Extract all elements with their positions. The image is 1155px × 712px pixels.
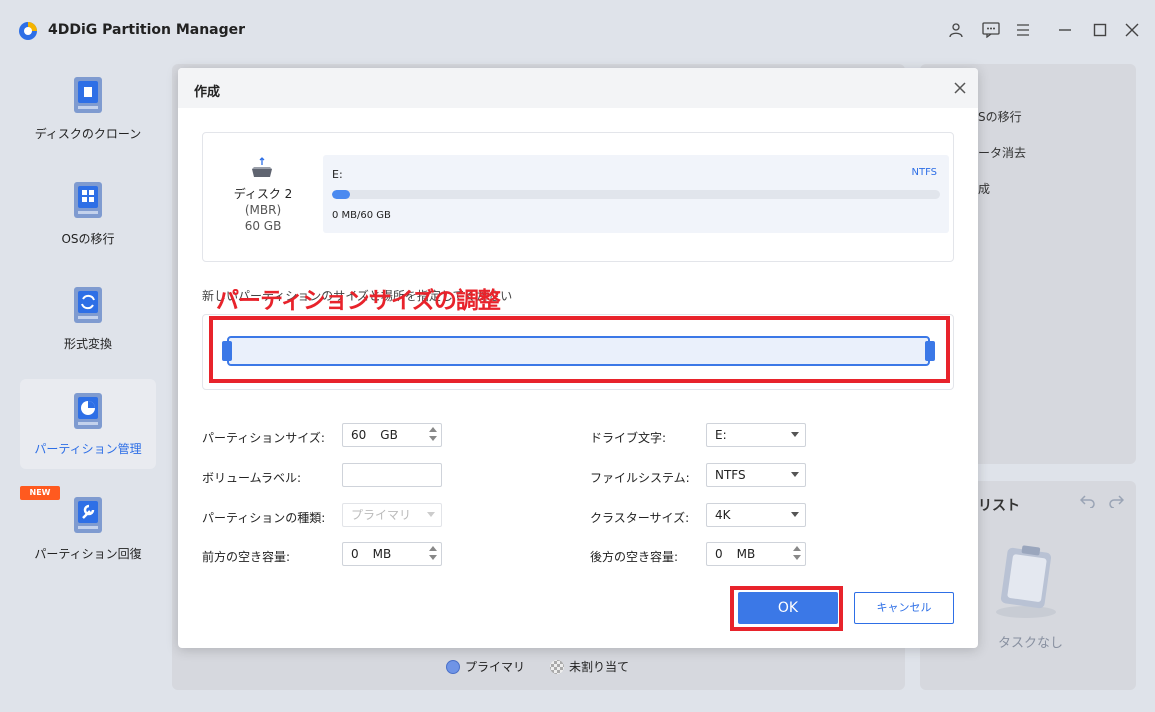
app-title: 4DDiG Partition Manager bbox=[48, 22, 246, 38]
minimize-icon[interactable] bbox=[1054, 19, 1076, 41]
sidebar-label: ディスクのクローン bbox=[34, 127, 142, 141]
filesystem-value: NTFS bbox=[715, 468, 746, 482]
disk-clone-icon bbox=[74, 77, 102, 113]
cancel-button[interactable]: キャンセル bbox=[854, 592, 954, 624]
close-icon[interactable] bbox=[950, 78, 970, 98]
primary-legend-icon bbox=[446, 659, 460, 674]
task-panel-title: リスト bbox=[978, 498, 1020, 514]
bg-menu-item[interactable]: 成 bbox=[978, 180, 990, 197]
app-logo-icon bbox=[19, 22, 37, 40]
disk-size: 60 GB bbox=[244, 219, 282, 233]
partition-type-value: プライマリ bbox=[351, 508, 412, 522]
partition-usage-fill bbox=[332, 190, 351, 199]
cluster-size-label: クラスターサイズ: bbox=[590, 511, 690, 525]
sidebar-label: 形式変換 bbox=[63, 337, 112, 351]
create-partition-dialog: 作成 ディスク 2 (MBR) 60 GB E: NTFS 0 MB/60 GB… bbox=[178, 68, 978, 648]
partition-size-input[interactable]: 60 GB bbox=[342, 423, 442, 447]
feedback-icon[interactable] bbox=[980, 19, 1002, 41]
maximize-icon[interactable] bbox=[1089, 19, 1111, 41]
sidebar-item-partition-manage[interactable]: パーティション管理 bbox=[20, 379, 156, 469]
bg-menu-item[interactable]: Sの移行 bbox=[978, 108, 1022, 125]
close-window-icon[interactable] bbox=[1121, 19, 1143, 41]
dialog-header: 作成 bbox=[178, 68, 978, 108]
disk-name: ディスク 2 bbox=[233, 187, 293, 201]
stepper-icon[interactable] bbox=[429, 427, 437, 443]
back-space-input[interactable]: 0 MB bbox=[706, 542, 806, 566]
chevron-down-icon bbox=[791, 512, 799, 517]
slider-left-handle[interactable] bbox=[222, 341, 232, 361]
sidebar-item-format-convert[interactable]: 形式変換 bbox=[20, 285, 156, 375]
partition-size-value: 60 bbox=[351, 428, 367, 442]
dialog-title: 作成 bbox=[194, 85, 221, 100]
disk-type: (MBR) bbox=[244, 203, 282, 217]
partition-type-select: プライマリ bbox=[342, 503, 442, 527]
partition-filesystem: NTFS bbox=[911, 167, 937, 178]
back-space-value: 0 bbox=[715, 547, 723, 561]
legend-unallocated: 未割り当て bbox=[550, 658, 629, 675]
partition-usage-text: 0 MB/60 GB bbox=[332, 210, 391, 221]
back-space-unit: MB bbox=[736, 547, 756, 561]
legend-primary-label: プライマリ bbox=[465, 660, 526, 674]
undo-icon[interactable] bbox=[1080, 494, 1096, 508]
stepper-icon[interactable] bbox=[429, 546, 437, 562]
partition-recovery-icon bbox=[74, 497, 102, 533]
sidebar-item-partition-recovery[interactable]: パーティション回復 bbox=[20, 495, 156, 585]
partition-box[interactable]: E: NTFS 0 MB/60 GB bbox=[323, 155, 949, 233]
partition-size-unit: GB bbox=[380, 428, 398, 442]
filesystem-label: ファイルシステム: bbox=[590, 471, 690, 485]
front-space-value: 0 bbox=[351, 547, 359, 561]
chevron-down-icon bbox=[791, 472, 799, 477]
partition-size-slider[interactable] bbox=[227, 336, 930, 366]
legend-primary: プライマリ bbox=[446, 658, 525, 675]
front-space-unit: MB bbox=[372, 547, 392, 561]
disk-card: ディスク 2 (MBR) 60 GB E: NTFS 0 MB/60 GB bbox=[202, 132, 954, 262]
partition-type-label: パーティションの種類: bbox=[202, 511, 326, 525]
sidebar-label: OSの移行 bbox=[61, 232, 115, 246]
partition-manage-icon bbox=[74, 393, 102, 429]
legend-unallocated-label: 未割り当て bbox=[569, 660, 630, 674]
bg-menu-item[interactable]: ータ消去 bbox=[978, 144, 1026, 161]
os-migration-icon bbox=[74, 182, 102, 218]
drive-letter-value: E: bbox=[715, 428, 727, 442]
drive-letter-label: ドライブ文字: bbox=[590, 431, 667, 445]
cluster-size-value: 4K bbox=[715, 508, 731, 522]
front-space-input[interactable]: 0 MB bbox=[342, 542, 442, 566]
partition-size-label: パーティションサイズ: bbox=[202, 431, 325, 445]
sidebar-item-disk-clone[interactable]: ディスクのクローン bbox=[20, 75, 156, 165]
chevron-down-icon bbox=[427, 512, 435, 517]
partition-letter: E: bbox=[332, 168, 343, 181]
redo-icon[interactable] bbox=[1108, 494, 1124, 508]
clipboard-icon bbox=[996, 545, 1056, 618]
chevron-down-icon bbox=[791, 432, 799, 437]
drive-letter-select[interactable]: E: bbox=[706, 423, 806, 447]
usb-disk-icon bbox=[252, 157, 272, 177]
back-space-label: 後方の空き容量: bbox=[590, 550, 679, 564]
annotation-text: パーティションサイズの調整 bbox=[216, 288, 501, 314]
partition-usage-bar bbox=[332, 190, 940, 199]
ok-button[interactable]: OK bbox=[738, 592, 838, 624]
format-convert-icon bbox=[74, 287, 102, 323]
task-empty-text: タスクなし bbox=[998, 636, 1064, 651]
sidebar-label: パーティション回復 bbox=[34, 547, 142, 561]
front-space-label: 前方の空き容量: bbox=[202, 550, 291, 564]
cluster-size-select[interactable]: 4K bbox=[706, 503, 806, 527]
sidebar-label: パーティション管理 bbox=[34, 442, 142, 456]
unallocated-legend-icon bbox=[550, 659, 564, 674]
account-icon[interactable] bbox=[945, 19, 967, 41]
stepper-icon[interactable] bbox=[793, 546, 801, 562]
menu-icon[interactable] bbox=[1012, 19, 1034, 41]
volume-label-label: ボリュームラベル: bbox=[202, 471, 302, 485]
title-bar: 4DDiG Partition Manager bbox=[0, 0, 1155, 60]
volume-label-input[interactable] bbox=[342, 463, 442, 487]
slider-right-handle[interactable] bbox=[925, 341, 935, 361]
filesystem-select[interactable]: NTFS bbox=[706, 463, 806, 487]
sidebar-item-os-migration[interactable]: OSの移行 bbox=[20, 180, 156, 270]
